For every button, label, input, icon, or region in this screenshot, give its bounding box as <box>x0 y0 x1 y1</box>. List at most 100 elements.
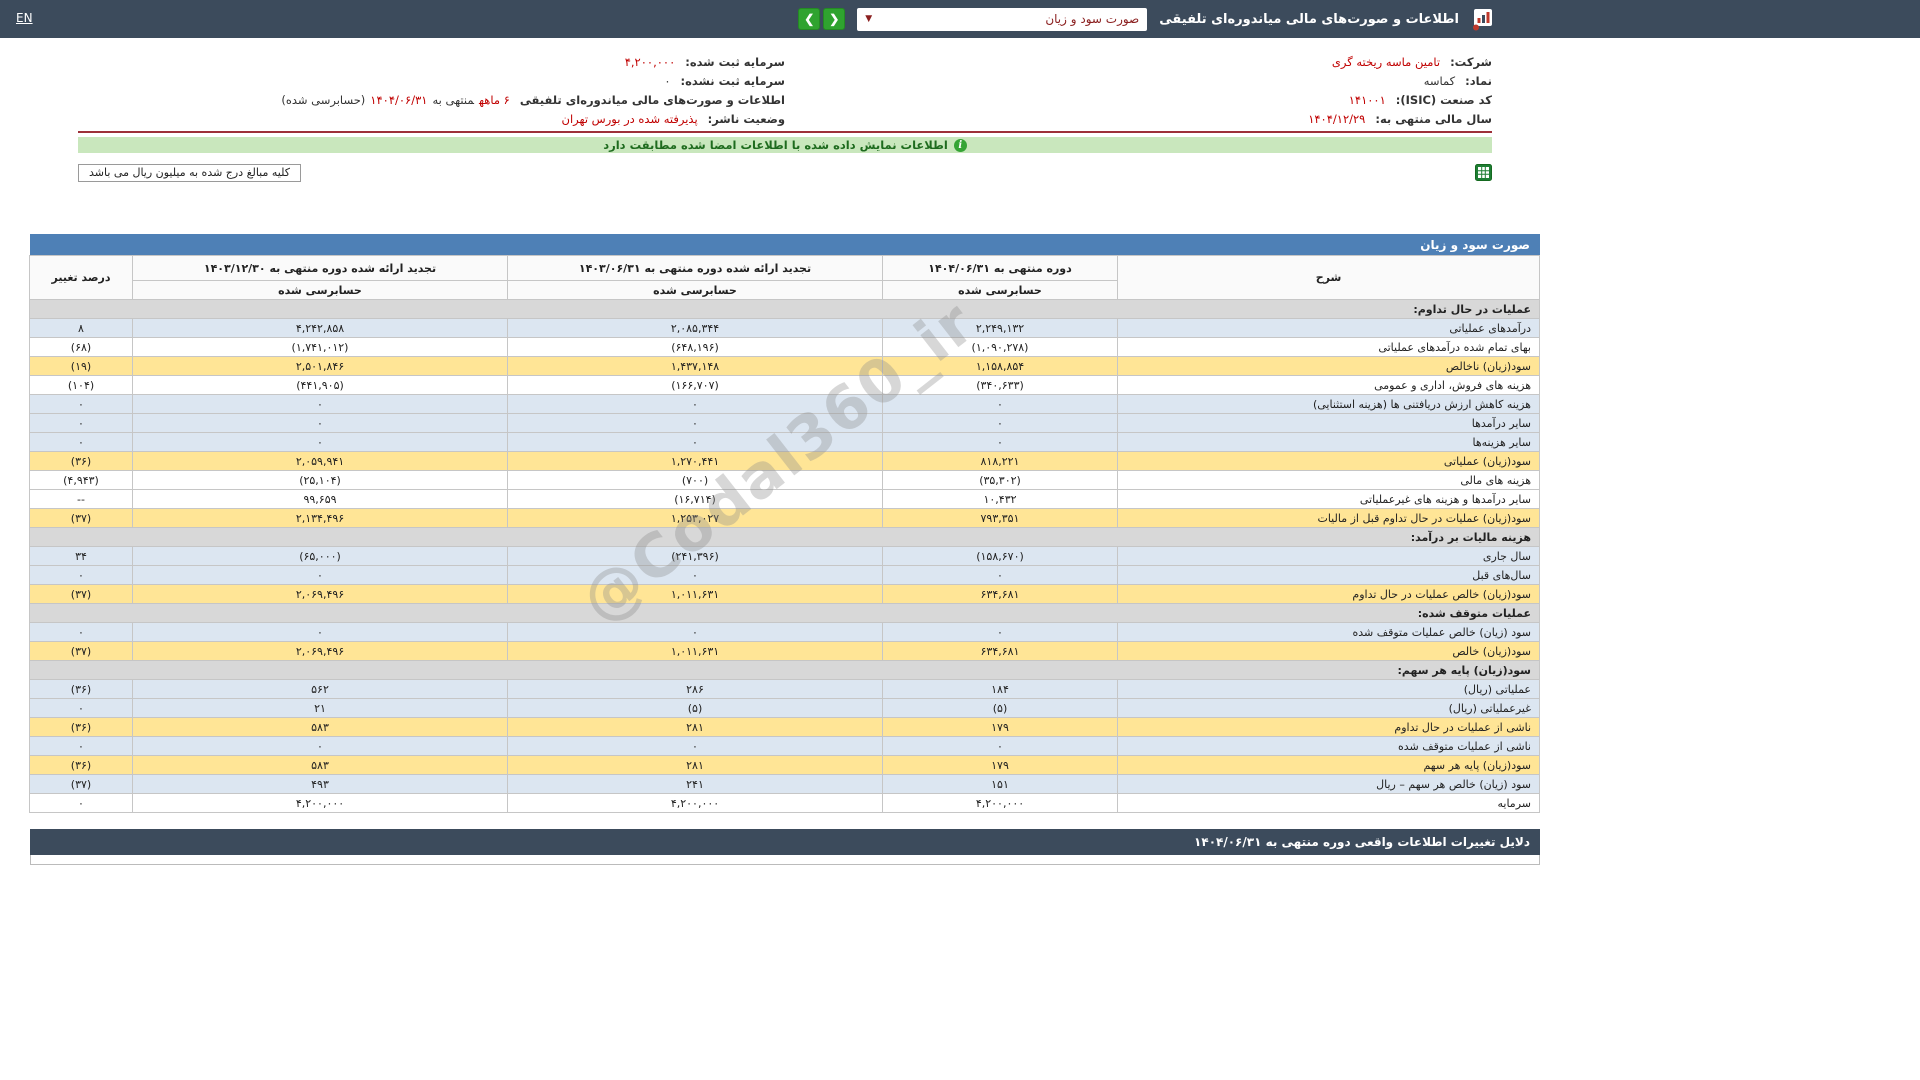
company-info-left-col: سرمایه ثبت شده:۴,۲۰۰,۰۰۰سرمایه ثبت نشده:… <box>78 52 785 128</box>
page-title: اطلاعات و صورت‌های مالی میاندوره‌ای تلفی… <box>1159 12 1459 27</box>
value-current-period: ۱۸۴ <box>883 680 1118 699</box>
row-label: سایر هزینه‌ها <box>1118 433 1540 452</box>
row-label: سایر درآمدها و هزینه های غیرعملیاتی <box>1118 490 1540 509</box>
value-restated-yearend: ۴۹۳ <box>133 775 508 794</box>
period-nav-group: ❮ ❯ <box>798 8 845 30</box>
value-restated-midyear: ۰ <box>508 414 883 433</box>
value-current-period: ۸۱۸,۲۲۱ <box>883 452 1118 471</box>
info-label: سال مالی منتهی به: <box>1375 112 1492 126</box>
nav-back-button[interactable]: ❮ <box>798 8 820 30</box>
company-info-row: شرکت:تامین ماسه ریخته گری <box>785 52 1492 71</box>
value-percent-change: (۴,۹۴۳) <box>30 471 133 490</box>
row-label: سود (زیان) خالص هر سهم – ریال <box>1118 775 1540 794</box>
data-row: سود (زیان) خالص هر سهم – ریال۱۵۱۲۴۱۴۹۳(۳… <box>30 775 1540 794</box>
column-header-percent-change: درصد تغییر <box>30 256 133 300</box>
value-current-period: ۱۵۱ <box>883 775 1118 794</box>
data-row: سود(زیان) خالص۶۳۴,۶۸۱۱,۰۱۱,۶۳۱۲,۰۶۹,۴۹۶(… <box>30 642 1540 661</box>
company-info-row: سال مالی منتهی به: ۱۴۰۴/۱۲/۲۹ <box>785 109 1492 128</box>
value-restated-midyear: ۱,۲۵۳,۰۲۷ <box>508 509 883 528</box>
data-row: ناشی از عملیات متوقف شده۰۰۰۰ <box>30 737 1540 756</box>
info-label: کد صنعت (ISIC): <box>1396 93 1492 107</box>
value-restated-midyear: ۲۴۱ <box>508 775 883 794</box>
data-row: سایر هزینه‌ها۰۰۰۰ <box>30 433 1540 452</box>
value-percent-change: ۰ <box>30 737 133 756</box>
subheader-audited: حسابرسی شده <box>508 281 883 300</box>
excel-export-icon[interactable] <box>1475 164 1492 181</box>
data-row: درآمدهای عملیاتی۲,۲۴۹,۱۳۲۲,۰۸۵,۳۴۴۴,۲۴۲,… <box>30 319 1540 338</box>
info-value-segment: ۱۴۰۴/۱۲/۲۹ <box>1308 112 1365 126</box>
value-percent-change: ۰ <box>30 414 133 433</box>
value-percent-change: ۰ <box>30 395 133 414</box>
row-label: سال جاری <box>1118 547 1540 566</box>
value-percent-change: (۳۷) <box>30 642 133 661</box>
row-label: سود(زیان) خالص عملیات در حال تداوم <box>1118 585 1540 604</box>
footnote-section-header: دلایل تغییرات اطلاعات واقعی دوره منتهی ب… <box>30 829 1540 855</box>
row-label: سود(زیان) خالص <box>1118 642 1540 661</box>
info-label: نماد: <box>1465 74 1492 88</box>
subheader-audited: حسابرسی شده <box>133 281 508 300</box>
section-label: هزینه مالیات بر درآمد: <box>30 528 1540 547</box>
codal-logo-icon[interactable] <box>1471 7 1495 31</box>
income-statement-body: عملیات در حال تداوم:درآمدهای عملیاتی۲,۲۴… <box>30 300 1540 813</box>
subheader-audited: حسابرسی شده <box>883 281 1118 300</box>
info-value: کماسه <box>1419 74 1455 88</box>
value-restated-midyear: ۰ <box>508 433 883 452</box>
data-row: سایر درآمدها و هزینه های غیرعملیاتی۱۰,۴۳… <box>30 490 1540 509</box>
value-restated-yearend: ۵۶۲ <box>133 680 508 699</box>
info-value-segment: منتهی به <box>432 93 474 107</box>
value-restated-midyear: (۷۰۰) <box>508 471 883 490</box>
value-restated-yearend: ۰ <box>133 623 508 642</box>
row-label: ناشی از عملیات متوقف شده <box>1118 737 1540 756</box>
value-current-period: ۰ <box>883 414 1118 433</box>
nav-forward-button[interactable]: ❯ <box>823 8 845 30</box>
income-statement-section: صورت سود و زیان شرح دوره منتهی به ۱۴۰۴/۰… <box>30 234 1540 813</box>
value-restated-yearend: ۴,۲۰۰,۰۰۰ <box>133 794 508 813</box>
value-restated-yearend: (۶۵,۰۰۰) <box>133 547 508 566</box>
column-header-period-restated-mid: تجدید ارائه شده دوره منتهی به ۱۴۰۳/۰۶/۳۱ <box>508 256 883 281</box>
info-value: ۱۴۰۴/۱۲/۲۹ <box>1303 112 1365 126</box>
info-value-segment: تامین ماسه ریخته گری <box>1332 55 1440 69</box>
value-restated-midyear: ۱,۰۱۱,۶۳۱ <box>508 585 883 604</box>
company-info-columns: شرکت:تامین ماسه ریخته گری نماد: کماسه کد صن… <box>78 52 1492 128</box>
value-restated-midyear: ۲۸۶ <box>508 680 883 699</box>
value-restated-yearend: ۹۹,۶۵۹ <box>133 490 508 509</box>
info-value-segment: (حسابرسی شده) <box>281 93 365 107</box>
data-row: سود(زیان) عملیات در حال تداوم قبل از مال… <box>30 509 1540 528</box>
value-restated-yearend: ۰ <box>133 566 508 585</box>
section-header-row: عملیات متوقف شده: <box>30 604 1540 623</box>
section-header-row: سود(زیان) پایه هر سهم: <box>30 661 1540 680</box>
data-row: سود (زیان) خالص عملیات متوقف شده۰۰۰۰ <box>30 623 1540 642</box>
row-label: هزینه های فروش، اداری و عمومی <box>1118 376 1540 395</box>
topbar-content: اطلاعات و صورت‌های مالی میاندوره‌ای تلفی… <box>30 0 1540 38</box>
row-label: سود(زیان) عملیات در حال تداوم قبل از مال… <box>1118 509 1540 528</box>
value-restated-midyear: ۰ <box>508 623 883 642</box>
row-label: سود(زیان) ناخالص <box>1118 357 1540 376</box>
column-header-period-restated-year: تجدید ارائه شده دوره منتهی به ۱۴۰۳/۱۲/۳۰ <box>133 256 508 281</box>
company-info-row: اطلاعات و صورت‌های مالی میاندوره‌ای تلفی… <box>78 90 785 109</box>
value-percent-change: (۱۹) <box>30 357 133 376</box>
company-info-row: سرمایه ثبت نشده:۰ <box>78 71 785 90</box>
row-label: بهای تمام شده درآمدهای عملیاتی <box>1118 338 1540 357</box>
info-value: پذیرفته شده در بورس تهران <box>557 112 698 126</box>
row-label: غیرعملیاتی (ریال) <box>1118 699 1540 718</box>
company-info-row: وضعیت ناشر:پذیرفته شده در بورس تهران <box>78 109 785 128</box>
value-percent-change: ۸ <box>30 319 133 338</box>
section-label: سود(زیان) پایه هر سهم: <box>30 661 1540 680</box>
info-value-segment: ۱۴۱۰۰۱ <box>1349 93 1386 107</box>
row-label: سایر درآمدها <box>1118 414 1540 433</box>
value-restated-yearend: ۵۸۳ <box>133 756 508 775</box>
value-current-period: ۱,۱۵۸,۸۵۴ <box>883 357 1118 376</box>
row-label: سود (زیان) خالص عملیات متوقف شده <box>1118 623 1540 642</box>
value-current-period: ۷۹۳,۳۵۱ <box>883 509 1118 528</box>
info-value-segment: ۰ <box>664 74 670 88</box>
info-value: ۴,۲۰۰,۰۰۰ <box>620 55 676 69</box>
statement-type-select[interactable]: صورت سود و زیان ▼ <box>857 8 1147 31</box>
table-header-row: شرح دوره منتهی به ۱۴۰۴/۰۶/۳۱ تجدید ارائه… <box>30 256 1540 281</box>
info-value: ۰ <box>659 74 670 88</box>
value-restated-yearend: ۲,۰۶۹,۴۹۶ <box>133 642 508 661</box>
data-row: ناشی از عملیات در حال تداوم۱۷۹۲۸۱۵۸۳(۳۶) <box>30 718 1540 737</box>
info-icon: i <box>954 139 967 152</box>
data-row: بهای تمام شده درآمدهای عملیاتی(۱,۰۹۰,۲۷۸… <box>30 338 1540 357</box>
value-current-period: ۶۳۴,۶۸۱ <box>883 585 1118 604</box>
value-percent-change: ۰ <box>30 433 133 452</box>
